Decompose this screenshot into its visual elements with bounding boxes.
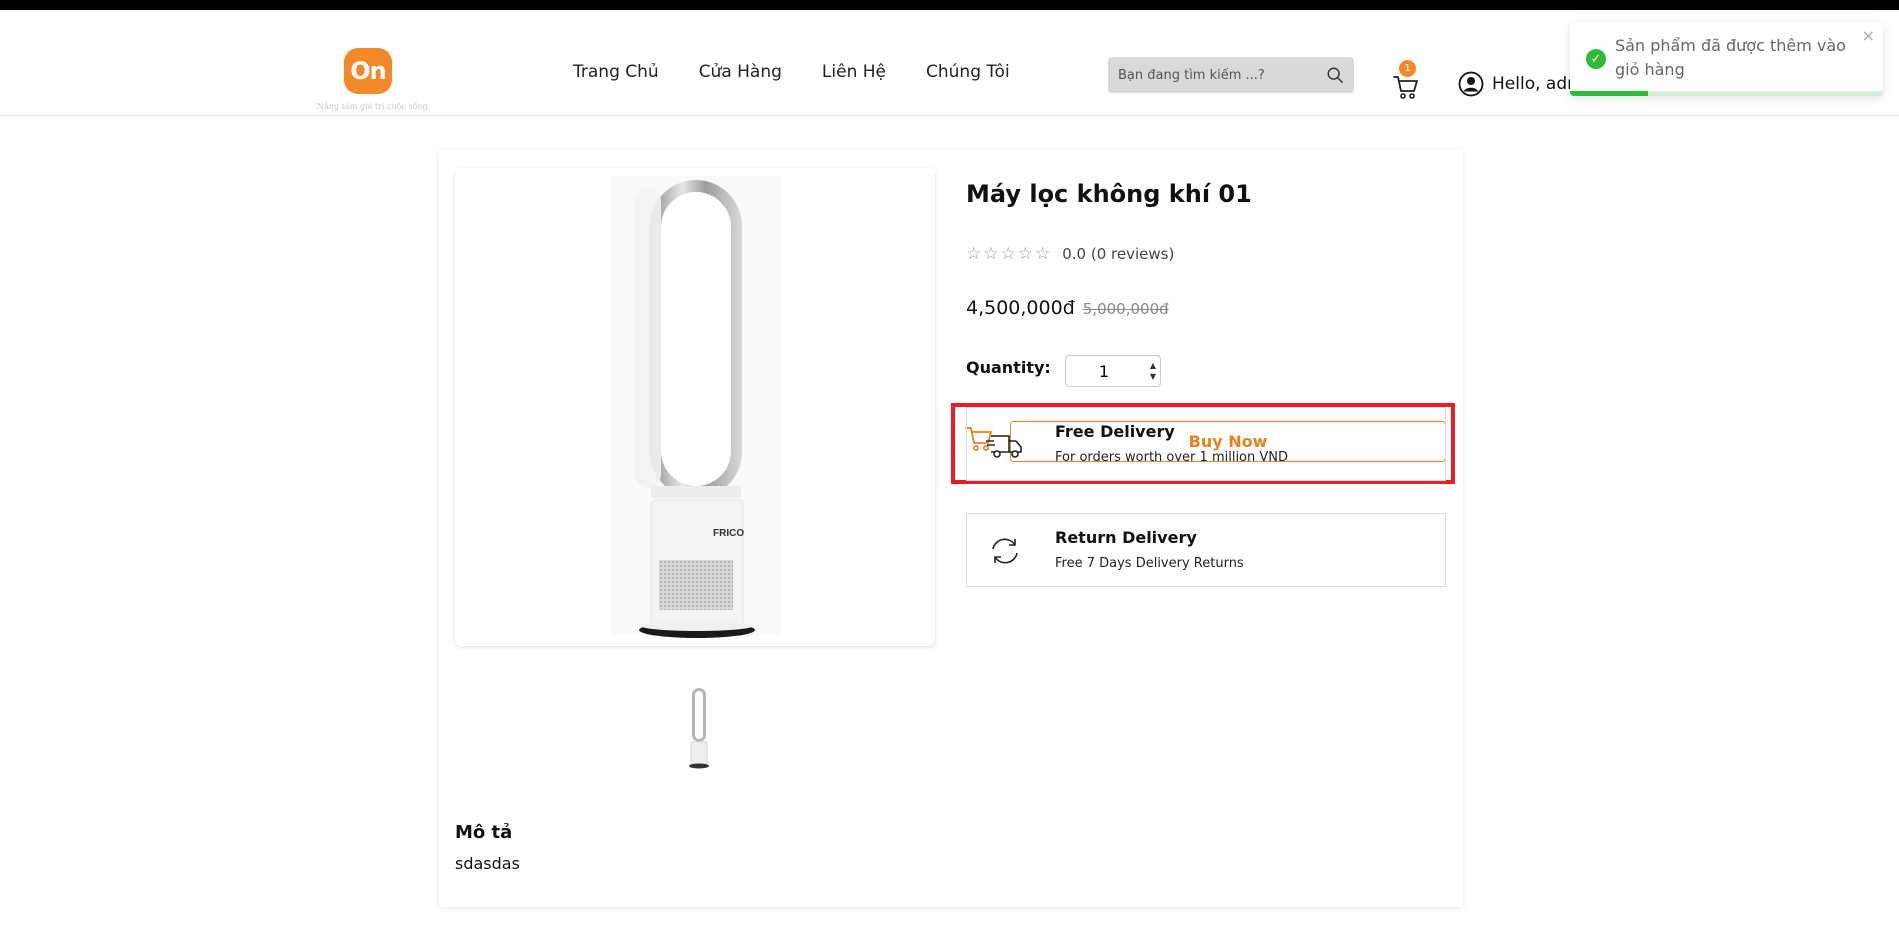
quantity-label: Quantity: <box>966 358 1051 377</box>
logo-badge: On <box>344 48 392 94</box>
search-box <box>1108 57 1354 93</box>
quantity-input[interactable] <box>1066 361 1142 381</box>
site-logo[interactable]: On Nâng tầm giá trị cuộc sống <box>317 46 428 116</box>
thumbnail-image <box>689 688 709 769</box>
spinner-arrows-icon[interactable]: ▲ ▼ <box>1150 360 1156 382</box>
main-nav: Trang Chủ Cửa Hàng Liên Hệ Chúng Tôi <box>573 62 1010 82</box>
feature-title: Return Delivery <box>1055 528 1197 547</box>
toast-notification: ✓ Sản phẩm đã được thêm vào giỏ hàng × <box>1570 22 1883 96</box>
nav-contact[interactable]: Liên Hệ <box>822 62 886 82</box>
nav-shop[interactable]: Cửa Hàng <box>699 62 782 82</box>
toast-message: Sản phẩm đã được thêm vào giỏ hàng <box>1615 36 1846 79</box>
original-price: 5,000,000đ <box>1082 300 1169 318</box>
user-icon <box>1458 71 1484 97</box>
logo-tagline: Nâng tầm giá trị cuộc sống <box>317 102 428 111</box>
refresh-icon <box>992 538 1018 564</box>
rating-text: 0.0 (0 reviews) <box>1062 245 1175 263</box>
feature-desc: Free 7 Days Delivery Returns <box>1055 556 1244 571</box>
top-strip <box>0 0 1899 10</box>
product-price: 4,500,000đ 5,000,000đ <box>966 297 1169 319</box>
search-input[interactable] <box>1118 67 1318 83</box>
star-icon: ☆ <box>1000 244 1016 264</box>
feature-desc: For orders worth over 1 million VND <box>1055 450 1289 465</box>
product-rating[interactable]: ☆ ☆ ☆ ☆ ☆ 0.0 (0 reviews) <box>966 244 1174 264</box>
search-icon[interactable] <box>1326 66 1344 84</box>
description-text: sdasdas <box>455 854 520 873</box>
star-icon: ☆ <box>983 244 999 264</box>
product-main-image[interactable]: FRICO <box>455 168 935 646</box>
star-icon: ☆ <box>966 244 982 264</box>
product-thumbnail[interactable] <box>679 686 719 770</box>
nav-home[interactable]: Trang Chủ <box>573 62 659 82</box>
return-delivery-card: Return Delivery Free 7 Days Delivery Ret… <box>966 513 1446 587</box>
truck-icon <box>986 435 1022 458</box>
air-purifier-image: FRICO <box>611 176 781 638</box>
toast-progress-bar <box>1570 91 1649 96</box>
check-icon: ✓ <box>1586 49 1606 69</box>
current-price: 4,500,000đ <box>966 297 1075 319</box>
nav-about[interactable]: Chúng Tôi <box>926 62 1010 82</box>
quantity-stepper[interactable]: ▲▼ <box>1065 355 1161 387</box>
header-cart[interactable]: 1 <box>1392 60 1422 100</box>
star-icon: ☆ <box>1017 244 1033 264</box>
description-title: Mô tả <box>455 822 513 843</box>
free-delivery-card: Free Delivery For orders worth over 1 mi… <box>966 407 1446 481</box>
star-icon: ☆ <box>1035 244 1051 264</box>
close-icon[interactable]: × <box>1862 26 1875 45</box>
cart-icon <box>1393 76 1418 99</box>
product-title: Máy lọc không khí 01 <box>966 180 1252 208</box>
product-card: FRICO Mô tả sdasdas Máy lọc không khí 01… <box>439 150 1463 907</box>
image-brand-label: FRICO <box>713 528 744 539</box>
user-menu[interactable]: Hello, adm <box>1458 71 1584 97</box>
feature-title: Free Delivery <box>1055 422 1175 441</box>
